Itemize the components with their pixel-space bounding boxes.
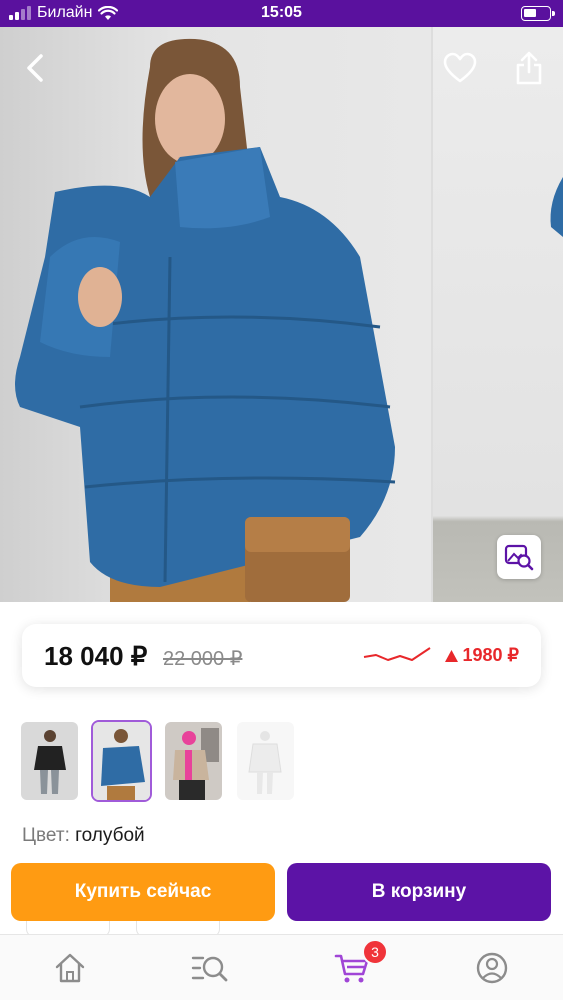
catalog-search-icon bbox=[191, 956, 228, 982]
thumbnail-beige-jacket[interactable] bbox=[163, 720, 224, 802]
image-search-icon bbox=[504, 544, 534, 571]
price-trend-chart bbox=[363, 647, 431, 661]
thumbnail-black-jacket[interactable] bbox=[19, 720, 80, 802]
price-card[interactable]: 18 040 ₽ 22 000 ₽ 1980 ₽ bbox=[22, 624, 541, 687]
thumbnail-blue-jacket[interactable] bbox=[91, 720, 152, 802]
product-photo[interactable] bbox=[0, 27, 431, 602]
share-icon bbox=[516, 51, 542, 85]
blue-jacket-thumb bbox=[93, 722, 150, 800]
battery-icon bbox=[521, 6, 555, 21]
clock: 15:05 bbox=[261, 4, 302, 21]
status-bar: Билайн 15:05 bbox=[0, 0, 563, 27]
tab-profile[interactable] bbox=[472, 950, 512, 986]
cart-badge: 3 bbox=[362, 939, 388, 965]
tab-bar: 3 bbox=[0, 934, 563, 1000]
chevron-left-icon bbox=[27, 54, 43, 82]
favorite-button[interactable] bbox=[443, 52, 477, 84]
visual-search-button[interactable] bbox=[497, 535, 541, 579]
color-thumbnails bbox=[19, 720, 296, 802]
product-gallery[interactable] bbox=[0, 27, 563, 602]
add-to-cart-button[interactable]: В корзину bbox=[287, 863, 551, 921]
thumbnail-white-jacket[interactable] bbox=[235, 720, 296, 802]
color-value: голубой bbox=[75, 825, 145, 846]
buy-now-button[interactable]: Купить сейчас bbox=[11, 863, 275, 921]
color-info: Цвет: голубой bbox=[22, 825, 145, 847]
blue-puffer-jacket-illustration bbox=[15, 38, 396, 602]
price-change-value: 1980 ₽ bbox=[462, 645, 520, 665]
white-jacket-thumb bbox=[237, 722, 294, 800]
heart-icon bbox=[443, 52, 477, 83]
price-change: 1980 ₽ bbox=[444, 645, 520, 666]
color-label: Цвет: bbox=[22, 825, 70, 846]
next-photo-preview bbox=[550, 177, 563, 237]
back-button[interactable] bbox=[22, 53, 48, 83]
triangle-up-icon bbox=[444, 649, 458, 662]
tab-home[interactable] bbox=[50, 950, 90, 986]
black-jacket-thumb bbox=[21, 722, 78, 800]
share-button[interactable] bbox=[514, 50, 544, 86]
next-product-photo[interactable] bbox=[433, 27, 563, 602]
home-icon bbox=[55, 953, 85, 983]
current-price: 18 040 ₽ bbox=[44, 641, 148, 671]
product-screen: Билайн 15:05 18 040 ₽ 22 000 ₽ 1980 ₽ Цв… bbox=[0, 0, 563, 1000]
old-price: 22 000 ₽ bbox=[163, 648, 243, 670]
profile-icon bbox=[476, 952, 508, 984]
tab-catalog[interactable] bbox=[190, 950, 230, 986]
beige-jacket-thumb bbox=[165, 722, 222, 800]
